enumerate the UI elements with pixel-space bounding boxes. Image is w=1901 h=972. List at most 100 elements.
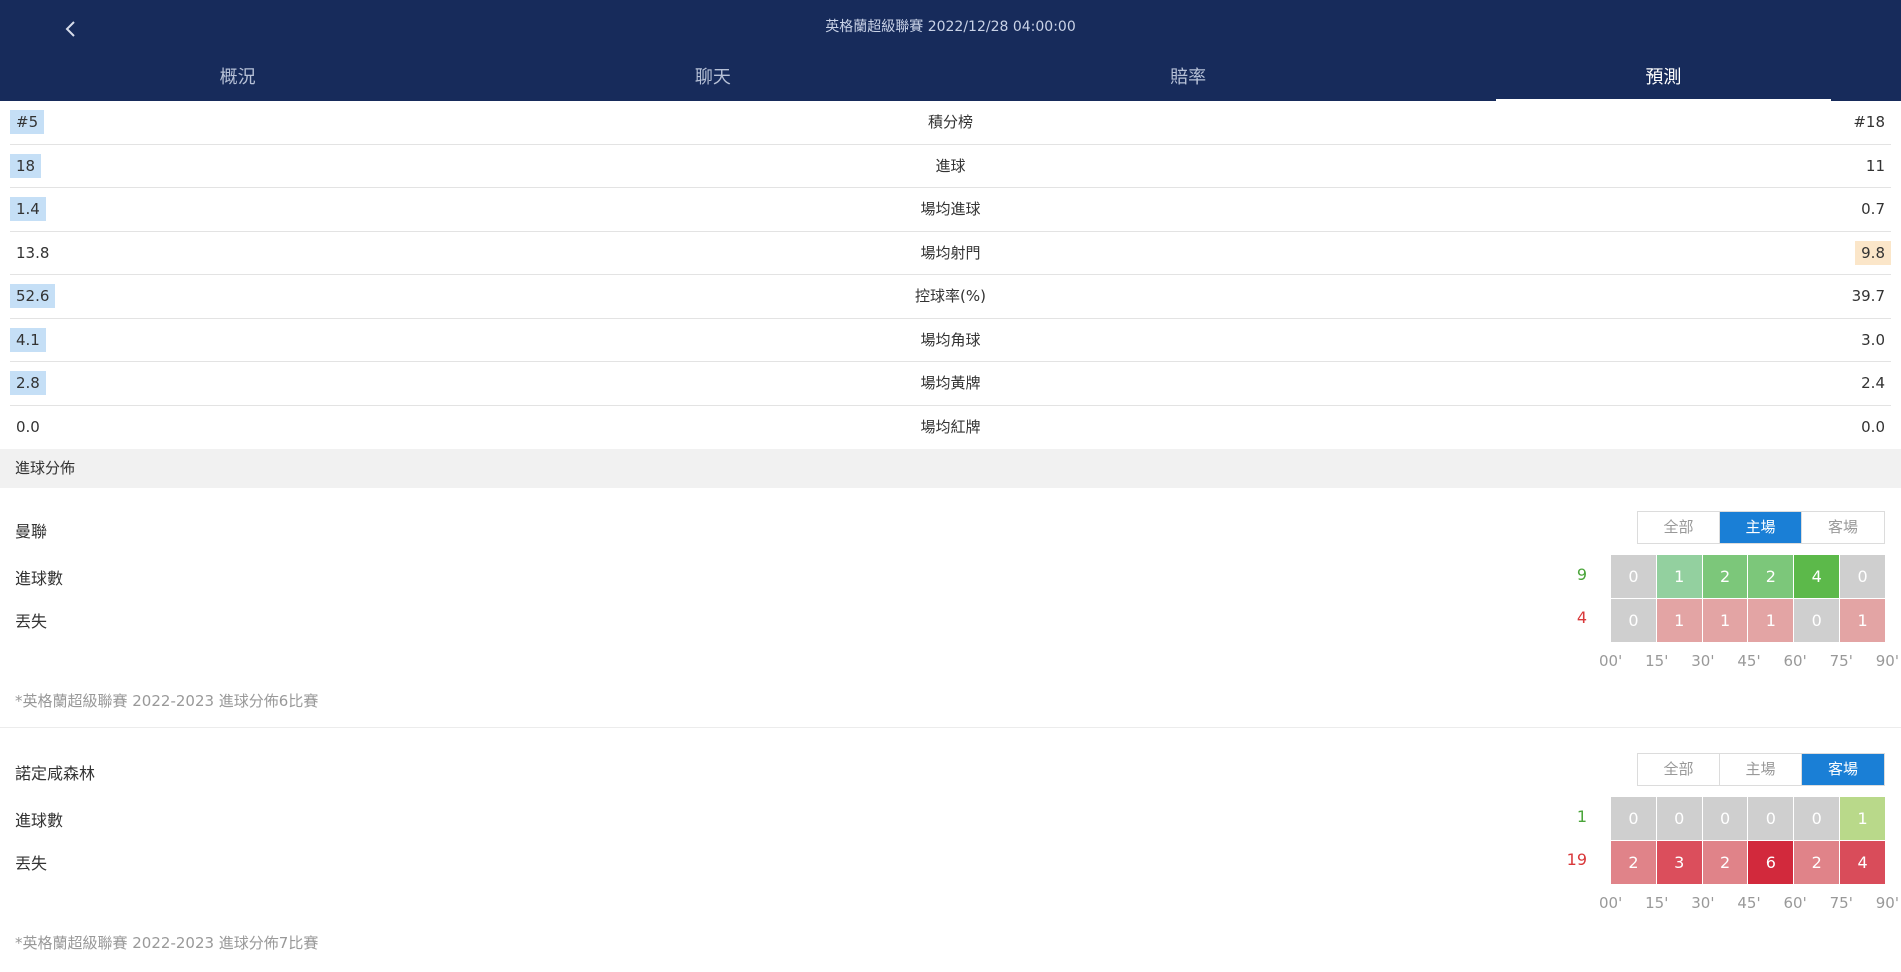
stat-label: 進球 <box>935 156 966 175</box>
tab-overview[interactable]: 概況 <box>0 58 475 101</box>
filter-away-button[interactable]: 客場 <box>1802 512 1884 543</box>
home-stat-value: 4.1 <box>10 319 130 363</box>
stat-label: 場均黃牌 <box>920 374 981 392</box>
home-value: 13.8 <box>16 243 50 262</box>
goals-cell: 0 <box>1611 797 1656 840</box>
time-tick-label: 45' <box>1737 894 1761 912</box>
stat-row: 1.4 場均進球 0.7 <box>10 188 1891 232</box>
away-team-distribution: 諾定咸森林 全部 主場 客場 進球數 1 丟失 19 0 0 0 0 0 1 2 3 2 6 2 4 00' 15' 30'… <box>0 730 1901 972</box>
team-name: 諾定咸森林 <box>15 764 96 783</box>
time-axis: 00' 15' 30' 45' 60' 75' 90' <box>1599 894 1899 912</box>
goals-cell: 1 <box>1840 797 1885 840</box>
away-stat-value: 0.0 <box>1771 406 1891 450</box>
conceded-cell: 1 <box>1840 599 1885 642</box>
time-tick-label: 90' <box>1875 652 1899 670</box>
stat-label: 積分榜 <box>927 113 973 131</box>
goals-cell: 0 <box>1656 797 1702 840</box>
conceded-cell: 0 <box>1611 599 1656 642</box>
stat-row: 52.6 控球率(%) 39.7 <box>10 275 1891 319</box>
team-name: 曼聯 <box>15 522 48 541</box>
conceded-total: 19 <box>1566 850 1587 869</box>
filter-all-button[interactable]: 全部 <box>1638 754 1720 785</box>
match-title: 英格蘭超級聯賽 2022/12/28 04:00:00 <box>825 19 1076 35</box>
filter-home-button[interactable]: 主場 <box>1720 512 1802 543</box>
tab-chat[interactable]: 聊天 <box>475 58 950 101</box>
away-value: 3.0 <box>1861 330 1885 349</box>
home-team-distribution: 曼聯 全部 主場 客場 進球數 9 丟失 4 0 1 2 2 4 0 0 1 1 1 0 1 00' 15' 30' 45' 6… <box>0 488 1901 730</box>
conceded-cell: 4 <box>1840 841 1885 884</box>
stat-label: 場均進球 <box>920 200 981 218</box>
goal-distribution-title: 進球分佈 <box>0 449 1901 488</box>
home-value: 2.8 <box>10 371 46 395</box>
goals-distribution-bar: 000001 <box>1611 797 1885 840</box>
time-tick-label: 30' <box>1691 652 1715 670</box>
stat-row: 2.8 場均黃牌 2.4 <box>10 362 1891 406</box>
home-value: 52.6 <box>10 284 56 308</box>
conceded-distribution-bar: 232624 <box>1611 841 1885 884</box>
home-stat-value: 0.0 <box>10 406 130 450</box>
tab-prediction[interactable]: 預測 <box>1426 58 1901 101</box>
home-value: 0.0 <box>16 417 40 436</box>
away-value: 39.7 <box>1851 287 1885 305</box>
time-tick-label: 60' <box>1783 652 1807 670</box>
conceded-cell: 2 <box>1702 841 1748 884</box>
conceded-cell: 1 <box>1702 599 1748 642</box>
conceded-label: 丟失 <box>15 854 48 873</box>
stat-row: 0.0 場均紅牌 0.0 <box>10 406 1891 450</box>
home-value: 18 <box>10 153 42 178</box>
away-stat-value: 39.7 <box>1771 275 1891 319</box>
home-stat-value: 18 <box>10 145 130 189</box>
goals-cell: 0 <box>1702 797 1748 840</box>
filter-away-button[interactable]: 客場 <box>1802 754 1884 785</box>
filter-all-button[interactable]: 全部 <box>1638 512 1720 543</box>
time-tick-label: 60' <box>1783 894 1807 912</box>
tab-odds[interactable]: 賠率 <box>951 58 1426 101</box>
time-tick-label: 00' <box>1599 894 1623 912</box>
venue-filter: 全部 主場 客場 <box>1637 511 1885 544</box>
distribution-note: *英格蘭超級聯賽 2022-2023 進球分佈7比賽 <box>15 934 319 952</box>
conceded-cell: 1 <box>1656 599 1702 642</box>
away-stat-value: 3.0 <box>1771 319 1891 363</box>
time-tick-label: 90' <box>1875 894 1899 912</box>
away-value: 0.7 <box>1861 200 1885 218</box>
away-stat-value: 2.4 <box>1771 362 1891 406</box>
goals-label: 進球數 <box>15 569 64 588</box>
time-tick-label: 15' <box>1645 652 1669 670</box>
stat-row: #5 積分榜 #18 <box>10 101 1891 145</box>
away-stat-value: 11 <box>1771 145 1891 189</box>
goals-cell: 0 <box>1611 555 1656 598</box>
time-tick-label: 75' <box>1829 652 1853 670</box>
goals-cell: 4 <box>1794 555 1840 598</box>
conceded-cell: 6 <box>1748 841 1794 884</box>
away-stat-value: 9.8 <box>1771 232 1891 276</box>
home-stat-value: 2.8 <box>10 362 130 406</box>
stat-label: 場均角球 <box>920 330 981 349</box>
home-value: #5 <box>10 110 45 134</box>
away-value: 11 <box>1865 156 1885 175</box>
away-stat-value: 0.7 <box>1771 188 1891 232</box>
conceded-cell: 1 <box>1748 599 1794 642</box>
time-tick-label: 00' <box>1599 652 1623 670</box>
home-stat-value: 52.6 <box>10 275 130 319</box>
time-tick-label: 15' <box>1645 894 1669 912</box>
stat-label: 控球率(%) <box>915 287 986 305</box>
goals-cell: 0 <box>1794 797 1840 840</box>
stat-row: 18 進球 11 <box>10 145 1891 189</box>
away-stat-value: #18 <box>1771 101 1891 145</box>
conceded-cell: 2 <box>1794 841 1840 884</box>
home-stat-value: #5 <box>10 101 130 145</box>
goals-cell: 1 <box>1656 555 1702 598</box>
section-divider <box>0 727 1901 728</box>
filter-home-button[interactable]: 主場 <box>1720 754 1802 785</box>
time-tick-label: 30' <box>1691 894 1715 912</box>
away-value: 2.4 <box>1861 374 1885 392</box>
stat-row: 13.8 場均射門 9.8 <box>10 232 1891 276</box>
time-tick-label: 45' <box>1737 652 1761 670</box>
tab-bar: 概況 聊天 賠率 預測 <box>0 58 1901 101</box>
time-tick-label: 75' <box>1829 894 1853 912</box>
top-header: 英格蘭超級聯賽 2022/12/28 04:00:00 概況 聊天 賠率 預測 <box>0 0 1901 101</box>
stat-label: 場均紅牌 <box>920 417 981 436</box>
away-value: 0.0 <box>1861 417 1885 436</box>
goals-cell: 0 <box>1748 797 1794 840</box>
home-stat-value: 1.4 <box>10 188 130 232</box>
